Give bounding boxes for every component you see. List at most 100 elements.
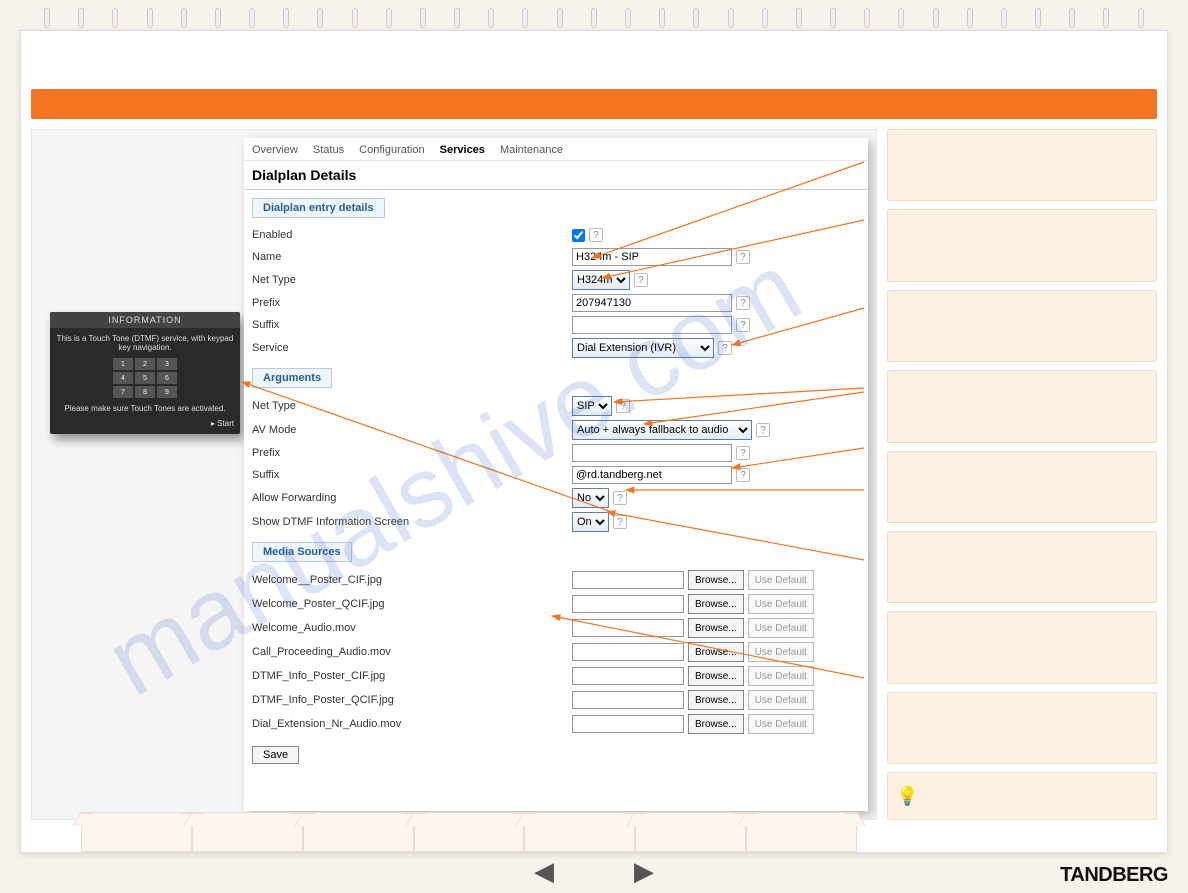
info-title: INFORMATION [50,312,240,328]
net-type-select[interactable]: H324m [572,270,630,290]
bottom-tab[interactable] [81,812,192,852]
sidebar: 💡 [887,129,1157,820]
help-icon[interactable]: ? [589,228,603,242]
side-card-6 [887,531,1157,603]
media-label: Welcome_Audio.mov [252,622,572,634]
media-row: Welcome_Poster_QCIF.jpg Browse...Use Defa… [244,592,868,616]
pager: ◀ ▶ [534,856,654,887]
label-net-type: Net Type [252,274,572,286]
media-row: Welcome__Poster_CIF.jpg Browse...Use Defa… [244,568,868,592]
use-default-button[interactable]: Use Default [748,618,814,638]
media-label: Dial_Extension_Nr_Audio.mov [252,718,572,730]
label-show-dtmf: Show DTMF Information Screen [252,516,572,528]
side-card-2 [887,209,1157,281]
main-panel: INFORMATION This is a Touch Tone (DTMF) … [31,129,877,820]
notebook-binding [0,8,1188,28]
info-line2: Please make sure Touch Tones are activat… [56,404,234,413]
media-label: Call_Proceeding_Audio.mov [252,646,572,658]
bottom-tab[interactable] [303,812,414,852]
bottom-tab[interactable] [414,812,525,852]
media-row: Welcome_Audio.mov Browse...Use Default [244,616,868,640]
media-path-input[interactable] [572,643,684,661]
bottom-tab[interactable] [746,812,857,852]
use-default-button[interactable]: Use Default [748,690,814,710]
side-card-4 [887,370,1157,442]
side-card-5 [887,451,1157,523]
show-dtmf-select[interactable]: On [572,512,609,532]
arg-net-type-select[interactable]: SIP [572,396,612,416]
media-label: DTMF_Info_Poster_QCIF.jpg [252,694,572,706]
next-page-icon[interactable]: ▶ [634,856,654,887]
section-arguments: Arguments [252,368,332,388]
side-card-1 [887,129,1157,201]
bottom-tab[interactable] [635,812,746,852]
enabled-checkbox[interactable] [572,229,585,242]
keypad-icon: 123456789 [56,358,234,398]
label-suffix: Suffix [252,319,572,331]
save-button[interactable]: Save [252,746,299,764]
side-card-7 [887,611,1157,683]
tip-card: 💡 [887,772,1157,820]
dtmf-info-box: INFORMATION This is a Touch Tone (DTMF) … [50,312,240,434]
use-default-button[interactable]: Use Default [748,642,814,662]
name-input[interactable] [572,248,732,266]
media-path-input[interactable] [572,595,684,613]
media-path-input[interactable] [572,667,684,685]
service-select[interactable]: Dial Extension (IVR) [572,338,714,358]
prev-page-icon[interactable]: ◀ [534,856,554,887]
av-mode-select[interactable]: Auto + always fallback to audio [572,420,752,440]
browse-button[interactable]: Browse... [688,666,744,686]
bottom-tabs [81,812,857,852]
info-line1: This is a Touch Tone (DTMF) service, wit… [56,334,234,352]
tab-maintenance[interactable]: Maintenance [500,144,563,156]
info-start: ▸ Start [211,419,234,428]
prefix-input[interactable] [572,294,732,312]
tab-services[interactable]: Services [440,144,485,156]
browse-button[interactable]: Browse... [688,594,744,614]
page-title: Dialplan Details [244,161,868,190]
title-bar [31,89,1157,119]
side-card-3 [887,290,1157,362]
browse-button[interactable]: Browse... [688,618,744,638]
suffix-input[interactable] [572,316,732,334]
use-default-button[interactable]: Use Default [748,594,814,614]
media-path-input[interactable] [572,619,684,637]
media-label: Welcome_Poster_QCIF.jpg [252,598,572,610]
page-container: INFORMATION This is a Touch Tone (DTMF) … [20,30,1168,853]
media-path-input[interactable] [572,691,684,709]
admin-screenshot: Overview Status Configuration Services M… [244,138,868,811]
browse-button[interactable]: Browse... [688,714,744,734]
media-row: DTMF_Info_Poster_CIF.jpg Browse...Use Def… [244,664,868,688]
label-av-mode: AV Mode [252,424,572,436]
media-row: DTMF_Info_Poster_QCIF.jpg Browse...Use De… [244,688,868,712]
use-default-button[interactable]: Use Default [748,570,814,590]
tab-configuration[interactable]: Configuration [359,144,424,156]
label-arg-prefix: Prefix [252,447,572,459]
side-card-8 [887,692,1157,764]
tab-status[interactable]: Status [313,144,344,156]
arg-suffix-input[interactable] [572,466,732,484]
browse-button[interactable]: Browse... [688,642,744,662]
admin-tabs: Overview Status Configuration Services M… [244,138,868,161]
media-row: Call_Proceeding_Audio.mov Browse...Use De… [244,640,868,664]
bottom-tab[interactable] [192,812,303,852]
bottom-tab[interactable] [524,812,635,852]
tab-overview[interactable]: Overview [252,144,298,156]
use-default-button[interactable]: Use Default [748,714,814,734]
arg-prefix-input[interactable] [572,444,732,462]
browse-button[interactable]: Browse... [688,690,744,710]
label-prefix: Prefix [252,297,572,309]
media-label: Welcome__Poster_CIF.jpg [252,574,572,586]
use-default-button[interactable]: Use Default [748,666,814,686]
label-service: Service [252,342,572,354]
browse-button[interactable]: Browse... [688,570,744,590]
allow-forwarding-select[interactable]: No [572,488,609,508]
media-path-input[interactable] [572,715,684,733]
label-arg-net-type: Net Type [252,400,572,412]
section-media: Media Sources [252,542,352,562]
section-entry-details: Dialplan entry details [252,198,385,218]
label-allow-forwarding: Allow Forwarding [252,492,572,504]
lightbulb-icon: 💡 [896,786,918,807]
media-label: DTMF_Info_Poster_CIF.jpg [252,670,572,682]
media-path-input[interactable] [572,571,684,589]
